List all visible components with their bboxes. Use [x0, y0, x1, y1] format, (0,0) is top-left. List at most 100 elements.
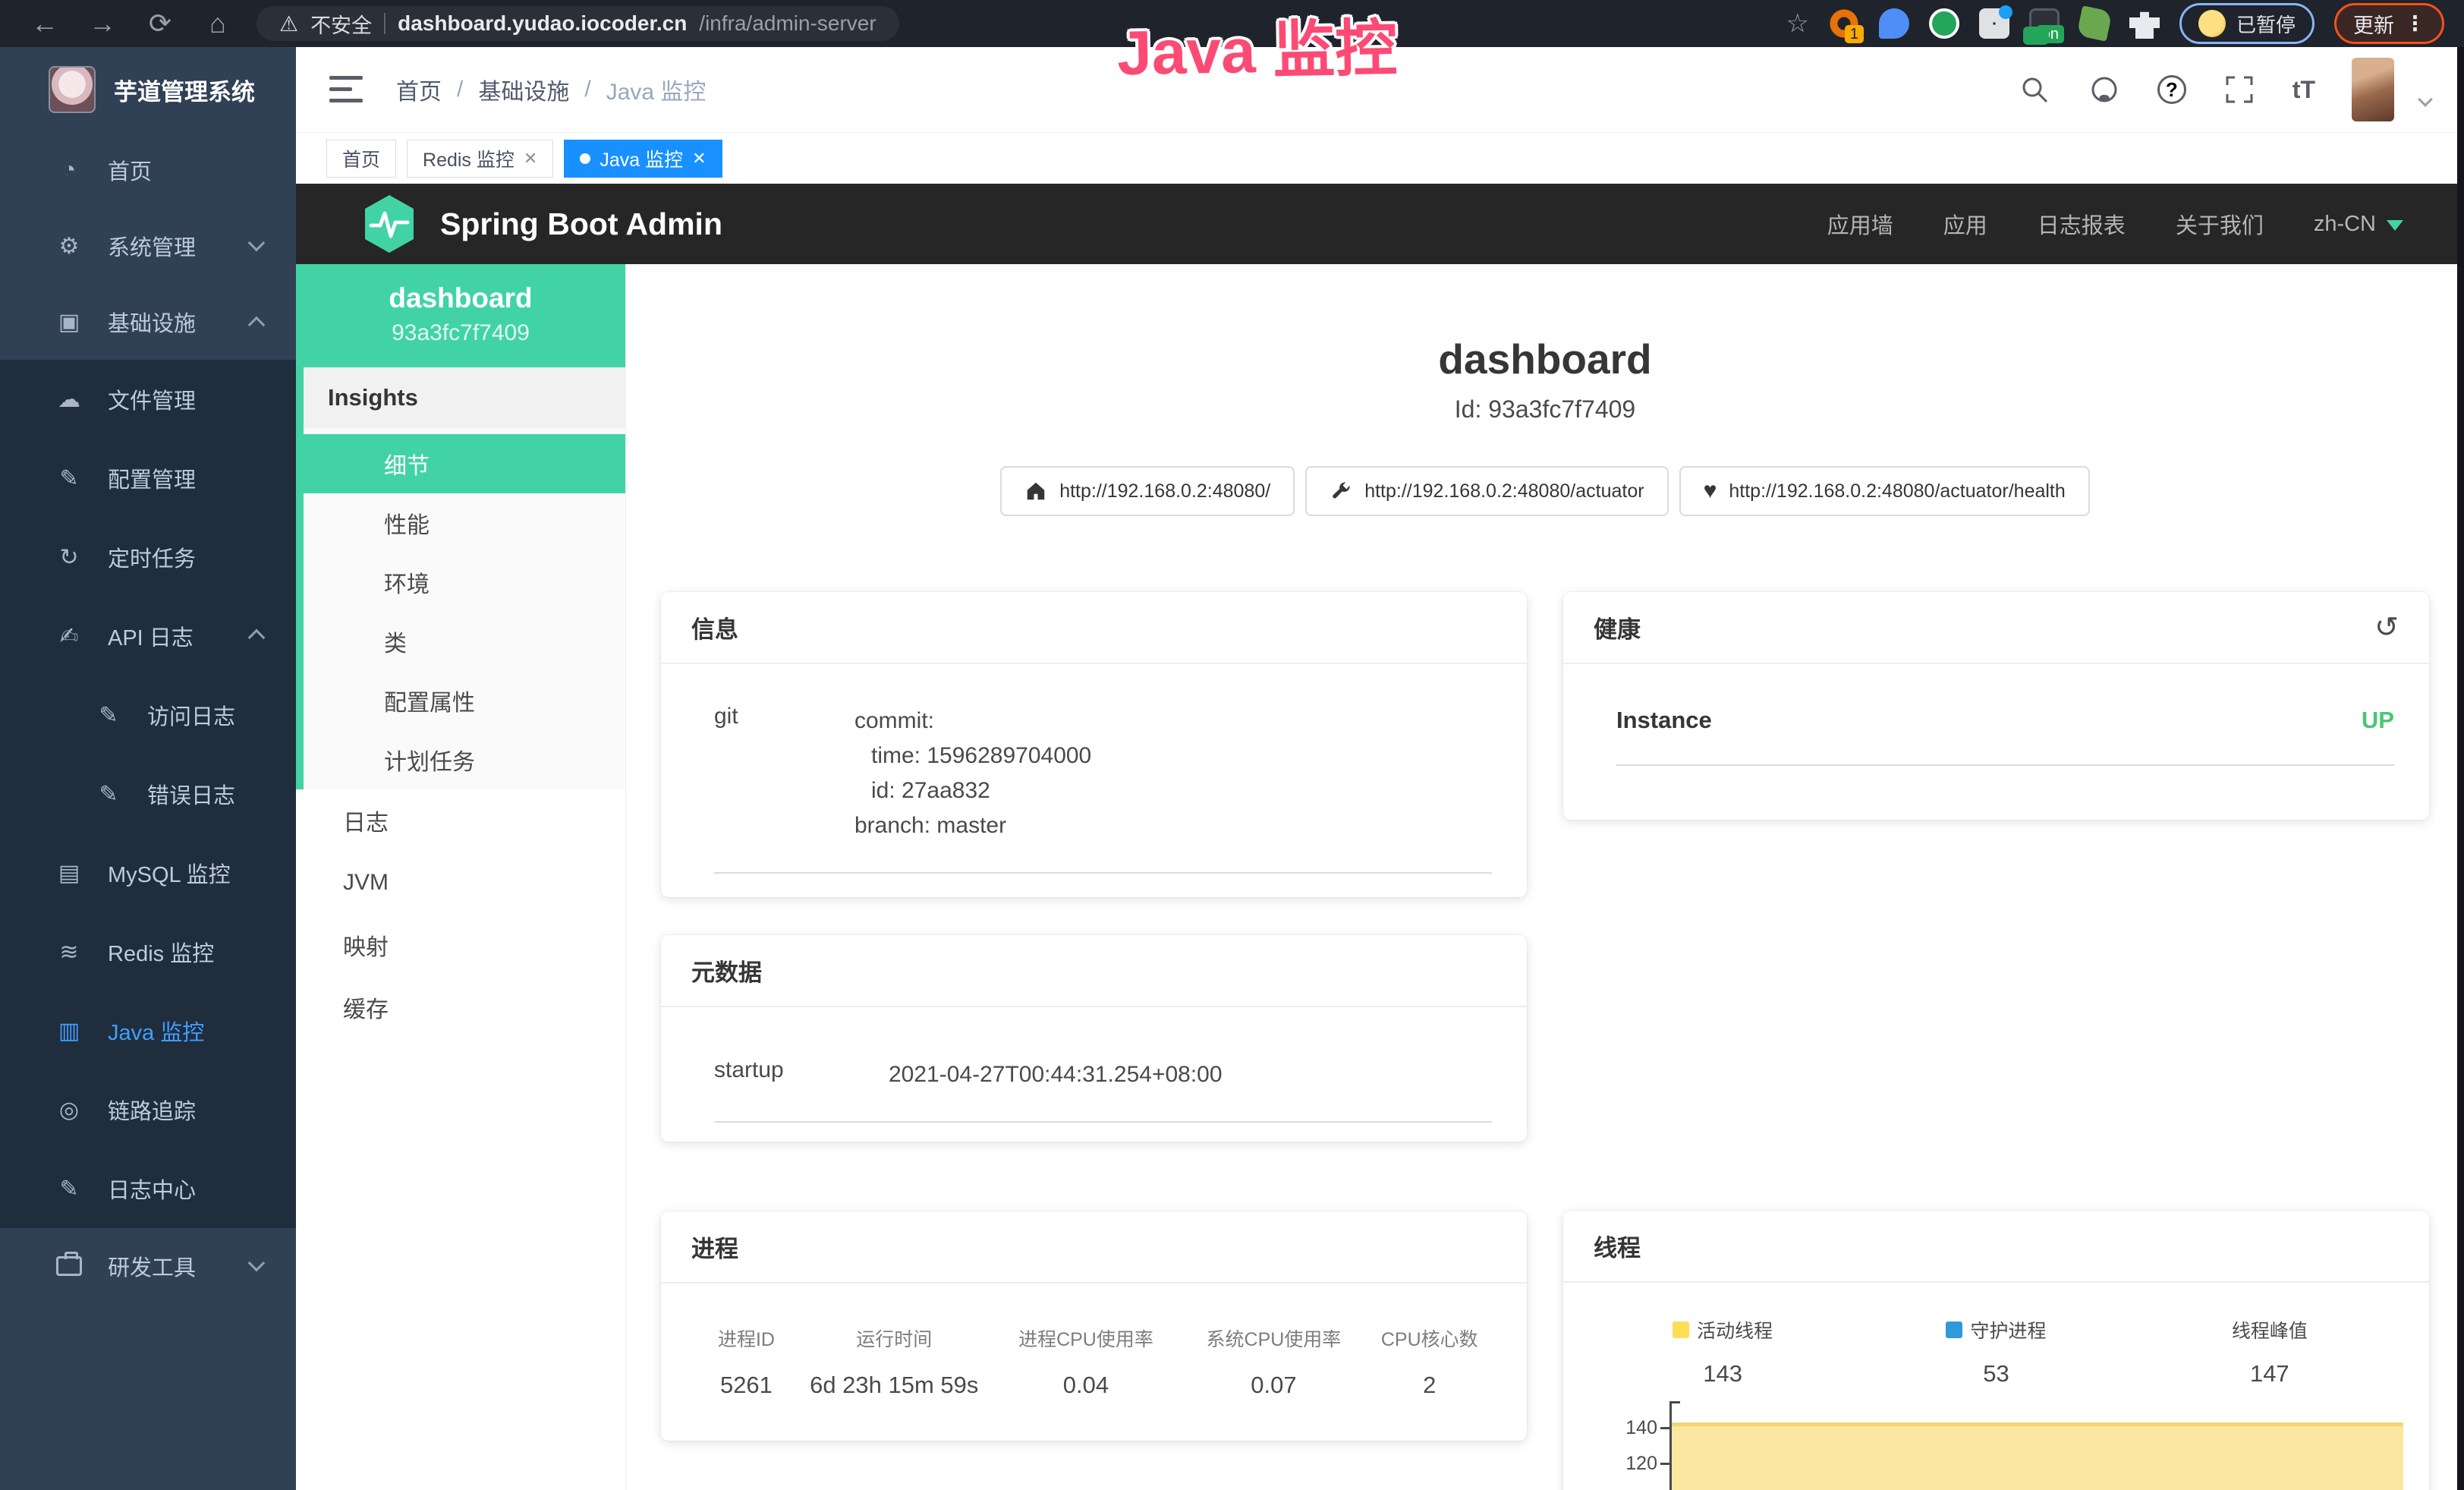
extension-colorzilla-icon[interactable]: 1 — [1829, 8, 1859, 39]
log-edit-icon: ✍ — [53, 623, 85, 650]
close-tab-icon[interactable]: ✕ — [692, 149, 706, 169]
sidebar-item-scheduled-jobs[interactable]: ↻ 定时任务 — [0, 518, 296, 597]
sba-item-classes[interactable]: 类 — [304, 612, 625, 671]
sidebar-item-error-log[interactable]: ✎ 错误日志 — [0, 754, 296, 833]
extension-list-icon[interactable]: on — [2029, 8, 2060, 39]
health-url-button[interactable]: ♥ http://192.168.0.2:48080/actuator/heal… — [1679, 466, 2090, 516]
app-logo[interactable]: 芋道管理系统 — [0, 47, 296, 132]
screen: ← → ⟳ ⌂ ⚠ 不安全 dashboard.yudao.iocoder.cn… — [0, 0, 2464, 1490]
sba-item-config-props[interactable]: 配置属性 — [304, 671, 625, 730]
sidebar-item-config-manage[interactable]: ✎ 配置管理 — [0, 439, 296, 518]
service-url-button[interactable]: http://192.168.0.2:48080/ — [1000, 466, 1295, 516]
sidebar-item-redis-monitor[interactable]: ≋ Redis 监控 — [0, 912, 296, 991]
app-logo-image — [49, 66, 96, 113]
sba-item-metrics[interactable]: 性能 — [304, 493, 625, 553]
sba-locale-select[interactable]: zh-CN — [2314, 212, 2403, 237]
sidebar-item-home[interactable]: ◔ 首页 — [0, 132, 296, 208]
col-header-cpu-cores: CPU核心数 — [1366, 1325, 1493, 1352]
instance-id: 93a3fc7f7409 — [304, 320, 618, 346]
extension-grid-icon[interactable] — [1979, 8, 2009, 39]
extension-leaf-icon[interactable] — [2076, 5, 2112, 41]
infra-submenu: ☁ 文件管理 ✎ 配置管理 ↻ 定时任务 ✍ API 日志 ✎ — [0, 360, 296, 1228]
sidebar-item-label: Java 监控 — [108, 1015, 204, 1047]
fullscreen-icon[interactable] — [2223, 73, 2256, 106]
sidebar-item-mysql-monitor[interactable]: ▤ MySQL 监控 — [0, 833, 296, 912]
sidebar-collapse-icon[interactable] — [329, 76, 363, 103]
live-threads-value: 143 — [1586, 1360, 1859, 1388]
tab-home[interactable]: 首页 — [326, 140, 396, 178]
sidebar-item-label: MySQL 监控 — [108, 857, 231, 889]
sba-nav-journal[interactable]: 日志报表 — [2038, 208, 2126, 240]
search-icon[interactable] — [2018, 73, 2051, 106]
address-bar[interactable]: ⚠ 不安全 dashboard.yudao.iocoder.cn/infra/a… — [256, 6, 899, 41]
process-cpu-value: 0.04 — [990, 1372, 1182, 1399]
sidebar-item-devtools[interactable]: 研发工具 — [0, 1228, 296, 1304]
tab-label: 首页 — [342, 145, 380, 172]
monitor-icon: ▣ — [53, 309, 85, 335]
process-card-header: 进程 — [661, 1211, 1527, 1284]
sba-item-jvm[interactable]: JVM — [296, 852, 625, 914]
sba-item-caches[interactable]: 缓存 — [296, 976, 625, 1038]
browser-update-button[interactable]: 更新 ⋮ — [2334, 3, 2444, 44]
sba-brand-title[interactable]: Spring Boot Admin — [440, 206, 722, 242]
bookmark-star-icon[interactable]: ☆ — [1786, 8, 1809, 39]
table-row[interactable]: Instance UP — [1616, 707, 2394, 766]
sidebar-item-label: 定时任务 — [108, 541, 196, 573]
close-tab-icon[interactable]: ✕ — [524, 149, 537, 169]
user-menu-caret-icon[interactable] — [2418, 92, 2433, 107]
breadcrumb-home[interactable]: 首页 — [396, 73, 442, 106]
legend-label: 守护进程 — [1970, 1316, 2046, 1344]
tab-redis-monitor[interactable]: Redis 监控 ✕ — [407, 140, 553, 178]
legend-swatch-live — [1673, 1321, 1689, 1338]
breadcrumb: 首页 / 基础设施 / Java 监控 — [396, 73, 706, 106]
sba-nav-applications[interactable]: 应用 — [1943, 208, 1987, 240]
help-icon[interactable]: ? — [2157, 75, 2186, 104]
sidebar-item-infra[interactable]: ▣ 基础设施 — [0, 284, 296, 360]
browser-forward-icon[interactable]: → — [77, 0, 127, 47]
security-label: 不安全 — [310, 9, 372, 39]
sidebar-item-java-monitor[interactable]: ▥ Java 监控 — [0, 991, 296, 1070]
metadata-card-header: 元数据 — [661, 935, 1527, 1007]
extensions-puzzle-icon[interactable] — [2129, 8, 2160, 39]
threads-card-title: 线程 — [1594, 1229, 1641, 1263]
sba-item-details[interactable]: 细节 — [304, 434, 625, 493]
browser-menu-kebab-icon[interactable]: ⋮ — [2405, 12, 2425, 36]
sidebar-item-trace[interactable]: ◎ 链路追踪 — [0, 1070, 296, 1149]
actuator-url-button[interactable]: http://192.168.0.2:48080/actuator — [1305, 466, 1668, 516]
browser-reload-icon[interactable]: ⟳ — [135, 0, 185, 47]
table-row: startup 2021-04-27T00:44:31.254+08:00 — [714, 1057, 1492, 1123]
sidebar-item-api-log[interactable]: ✍ API 日志 — [0, 597, 296, 676]
history-icon[interactable]: ↺ — [2374, 613, 2399, 642]
daemon-threads-value: 53 — [1859, 1360, 2132, 1388]
sba-item-scheduled-tasks[interactable]: 计划任务 — [304, 730, 625, 789]
sidebar-item-system[interactable]: ⚙ 系统管理 — [0, 208, 296, 284]
sidebar-item-file-manage[interactable]: ☁ 文件管理 — [0, 360, 296, 439]
instance-header: dashboard 93a3fc7f7409 — [296, 264, 625, 367]
browser-home-icon[interactable]: ⌂ — [193, 0, 243, 47]
profile-paused-pill[interactable]: 已暂停 — [2179, 3, 2315, 44]
layers-icon: ≋ — [53, 939, 85, 966]
font-size-icon[interactable]: tT — [2292, 76, 2315, 104]
sba-nav-wallboard[interactable]: 应用墙 — [1827, 208, 1893, 240]
breadcrumb-infra[interactable]: 基础设施 — [478, 73, 569, 106]
briefcase-icon — [56, 1256, 82, 1276]
window-right-edge — [2457, 47, 2464, 1490]
sidebar-item-log-center[interactable]: ✎ 日志中心 — [0, 1149, 296, 1228]
github-icon[interactable] — [2088, 73, 2121, 106]
chevron-up-icon — [248, 317, 266, 334]
instance-name: dashboard — [304, 282, 618, 314]
user-avatar[interactable] — [2352, 58, 2394, 121]
process-table: 进程ID 运行时间 进程CPU使用率 系统CPU使用率 CPU核心数 5261 … — [661, 1325, 1527, 1399]
sba-item-logs[interactable]: 日志 — [296, 789, 625, 852]
service-url: http://192.168.0.2:48080/ — [1059, 480, 1270, 502]
extension-y-icon[interactable] — [1929, 8, 1959, 39]
extension-pin-icon[interactable] — [1879, 8, 1909, 39]
tab-java-monitor[interactable]: Java 监控 ✕ — [564, 140, 722, 178]
sidebar-item-access-log[interactable]: ✎ 访问日志 — [0, 676, 296, 754]
sba-item-environment[interactable]: 环境 — [304, 553, 625, 612]
legend-item-peak: 线程峰值 — [2133, 1316, 2406, 1344]
legend-swatch-daemon — [1946, 1321, 1962, 1338]
sba-nav-about[interactable]: 关于我们 — [2176, 208, 2264, 240]
browser-back-icon[interactable]: ← — [20, 0, 70, 47]
sba-item-mappings[interactable]: 映射 — [296, 914, 625, 976]
